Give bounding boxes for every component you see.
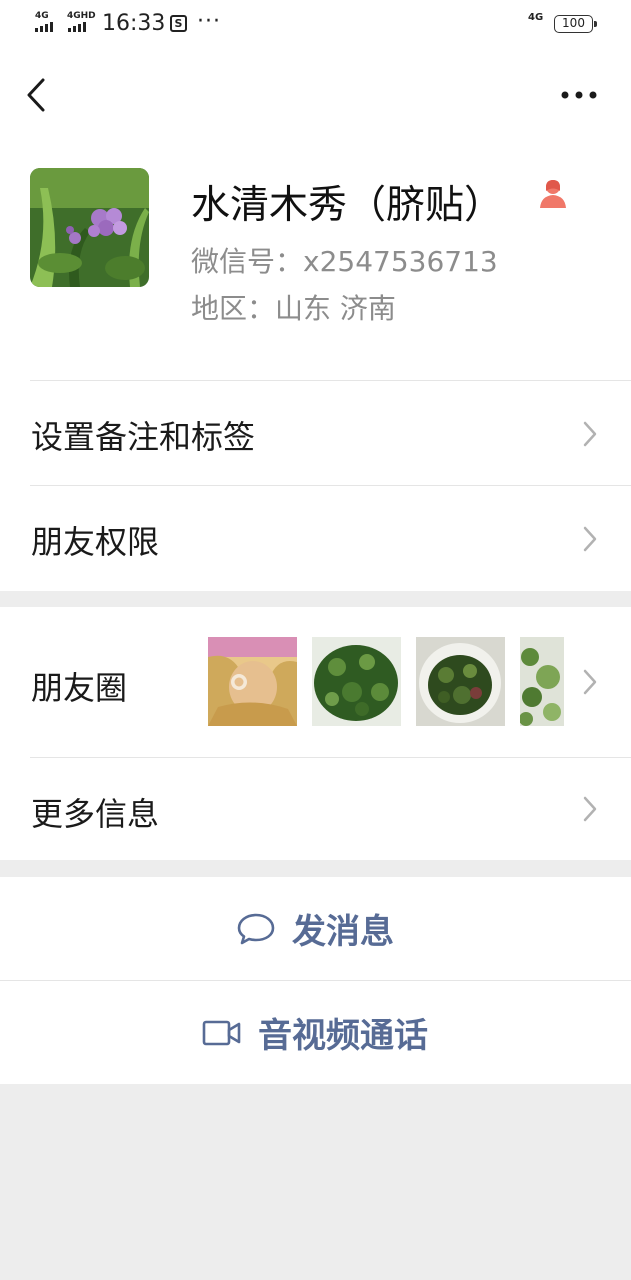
profile-header: 水清木秀（脐贴） 微信号：x2547536713 地区：山东 济南 [0, 140, 631, 381]
clock-time: 16:33 [102, 11, 166, 36]
remark-and-tags-row[interactable]: 设置备注和标签 [0, 381, 631, 486]
status-bar: 4G 4GHD 16:33 S ··· 4G 100 [0, 0, 631, 50]
moments-label: 朋友圈 [31, 669, 128, 707]
region: 地区：山东 济南 [191, 292, 396, 325]
moments-photo-thumbnail [208, 637, 297, 726]
avatar[interactable] [30, 168, 149, 287]
battery-icon: 100 [554, 15, 597, 33]
friend-permissions-row[interactable]: 朋友权限 [0, 486, 631, 591]
video-call-button[interactable]: 音视频通话 [0, 981, 631, 1084]
video-camera-icon [202, 1020, 241, 1045]
chevron-right-icon [583, 796, 597, 822]
more-info-row[interactable]: 更多信息 [0, 757, 631, 860]
moments-photo-thumbnail [520, 637, 564, 726]
network-type-label: 4G [528, 12, 544, 23]
remark-and-tags-label: 设置备注和标签 [31, 418, 256, 456]
divider [0, 980, 631, 981]
send-message-label: 发消息 [292, 912, 394, 952]
wechat-id: 微信号：x2547536713 [191, 245, 498, 278]
moments-photo-thumbnail [312, 637, 401, 726]
back-icon[interactable] [22, 77, 52, 113]
moments-photo-thumbnail [416, 637, 505, 726]
friend-permissions-label: 朋友权限 [31, 523, 160, 561]
settings-section: 设置备注和标签 朋友权限 [0, 381, 631, 591]
chevron-right-icon [583, 669, 597, 695]
signal-label-1: 4G [35, 11, 49, 21]
moments-row[interactable]: 朋友圈 [0, 607, 631, 757]
contact-name: 水清木秀（脐贴） [191, 183, 504, 228]
signal-label-2: 4GHD [67, 11, 96, 21]
signal-bars-2-icon [68, 22, 86, 32]
more-notifications-icon: ··· [197, 9, 221, 34]
moments-section: 朋友圈 更多信息 [0, 607, 631, 860]
female-icon [540, 180, 566, 208]
send-message-button[interactable]: 发消息 [0, 877, 631, 980]
signal-bars-1-icon [35, 22, 53, 32]
more-icon[interactable] [558, 88, 600, 102]
chevron-right-icon [583, 421, 597, 447]
video-call-label: 音视频通话 [258, 1016, 428, 1056]
more-info-label: 更多信息 [31, 795, 160, 833]
chat-bubble-icon [237, 913, 275, 944]
chevron-right-icon [583, 526, 597, 552]
sync-icon: S [170, 15, 187, 32]
navigation-bar [0, 50, 631, 140]
